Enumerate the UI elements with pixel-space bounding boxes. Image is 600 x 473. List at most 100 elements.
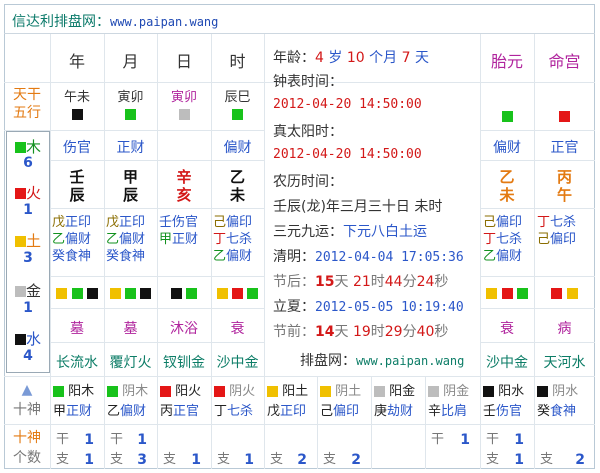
info-site: 排盘网：www.paipan.wang [300,353,465,369]
info-clock-time: 2012-04-20 14:50:00 [273,97,422,112]
arrow-up-icon: ▲ [21,382,33,398]
wuxing-tu-count: 3 [23,250,33,266]
divider [425,376,426,469]
pillar-day-nayin: 钗钏金 [163,355,205,371]
earth-square [14,236,26,247]
count-item: 支2 [540,452,585,468]
divider [480,160,595,161]
pair-text: 辰巳 [224,90,251,105]
site-url[interactable]: www.paipan.wang [110,15,218,29]
wuxing-square [214,386,225,397]
pillar-year-squares [50,286,104,301]
shishen-legend-item: 阳土 戊正印 [267,384,309,419]
col-minggong-header: 命宫 [548,52,581,71]
count-row-label: 十神 个数 [4,428,50,468]
taiyuan-ganzhi: 乙未 [499,168,515,204]
divider [480,342,595,343]
taiyuan-dishi: 衰 [500,321,514,337]
divider [480,130,595,131]
shishen-legend-item: 阳金 庚劫财 [374,384,416,419]
wuxing-mu: 木 [7,136,49,157]
divider [480,208,595,209]
pillar-year-ganzhi: 壬辰 [69,168,85,204]
site-title: 信达利排盘网：www.paipan.wang [12,14,219,30]
shishen-legend-item: 阴木 乙偏财 [107,384,149,419]
col-month-header: 月 [122,52,139,71]
count-item: 干1支1 [486,432,524,468]
count-item: 支1 [217,452,254,468]
wuxing-square [160,386,171,397]
pillar-hour-ganzhi: 乙未 [229,168,245,204]
row-label-tiangan: 天干 五行 [6,86,48,122]
count-item: 支2 [323,452,361,468]
info-age: 年龄：4 岁 10 个月 7 天 [273,50,429,66]
header-bar: 信达利排盘网：www.paipan.wang [4,4,595,34]
info-yun: 三元九运：下元八白土运 [273,224,427,240]
pillar-day-dishi: 沐浴 [170,321,198,337]
divider [264,34,265,376]
count-item: 干1 [431,432,470,448]
pillar-day-canggan: 壬伤官 甲正财 [159,215,199,247]
pillar-hour-nayin: 沙中金 [216,355,259,371]
wuxing-square [559,111,570,122]
count-item: 干1支1 [56,432,94,468]
count-item: 干1支3 [110,432,147,468]
pillar-hour-dishi: 衰 [230,321,245,337]
pillar-month-shishen: 正财 [116,140,145,156]
wuxing-huo-count: 1 [23,202,33,218]
info-lunar-label: 农历时间： [273,174,343,190]
wuxing-huo: 火 [7,182,49,203]
minggong-squares [534,286,595,301]
pillar-year-canggan: 戊正印 乙偏财 癸食神 [52,215,92,264]
fire-square [14,188,26,199]
wuxing-square [320,386,331,397]
wuxing-square [178,109,190,120]
metal-square [14,286,26,297]
info-solar-label: 真太阳时： [273,124,343,140]
wuxing-jin-count: 1 [23,300,33,316]
info-site-url[interactable]: www.paipan.wang [356,354,464,368]
info-solar-time: 2012-04-20 14:50:00 [273,147,422,162]
pillar-year-shishen: 伤官 [63,140,91,156]
wuxing-square [483,386,494,397]
divider [317,376,318,469]
col-hour-header: 时 [229,52,246,71]
minggong-nayin: 天河水 [543,355,586,371]
divider [534,376,535,469]
wuxing-square [53,386,64,397]
pillar-day-pair: 寅卯 [157,89,211,123]
divider [480,276,595,277]
count-item [377,430,421,470]
taiyuan-shishen: 偏财 [493,140,521,156]
label-shishen: 十神 [13,402,41,418]
wuxing-square [267,386,278,397]
divider [104,376,105,469]
info-qingming: 清明：2012-04-04 17:05:36 [273,249,464,265]
divider [4,376,595,377]
pillar-hour-shishen: 偏财 [223,140,252,156]
minggong-square-cell [534,109,595,124]
shishen-legend-item: 阴金 辛比肩 [428,384,470,419]
label-shishen-count: 十神 [13,430,41,446]
info-after: 节前：14天 19时29分40秒 [273,324,449,340]
minggong-dishi: 病 [557,321,572,337]
wuxing-square [232,109,243,120]
pair-text: 午未 [63,90,90,105]
wuxing-square [125,109,136,120]
shishen-legend-item: 阳水 壬伤官 [483,384,525,419]
divider [4,424,595,425]
taiyuan-square-cell [480,109,534,124]
info-lunar-value: 壬辰(龙)年三月三十日 未时 [273,199,443,215]
wuxing-square [107,386,118,397]
taiyuan-squares [480,286,534,301]
pillar-day-ganzhi: 辛亥 [176,168,192,204]
wuxing-square [374,386,385,397]
taiyuan-canggan: 己偏印 丁七杀 乙偏财 [483,215,523,264]
divider [264,376,265,469]
pillar-month-pair: 寅卯 [104,89,157,123]
count-item: 支1 [163,452,201,468]
divider [371,376,372,469]
wood-square [14,142,26,153]
divider [480,376,481,469]
shishen-legend-item: 阴水 癸食神 [537,384,579,419]
